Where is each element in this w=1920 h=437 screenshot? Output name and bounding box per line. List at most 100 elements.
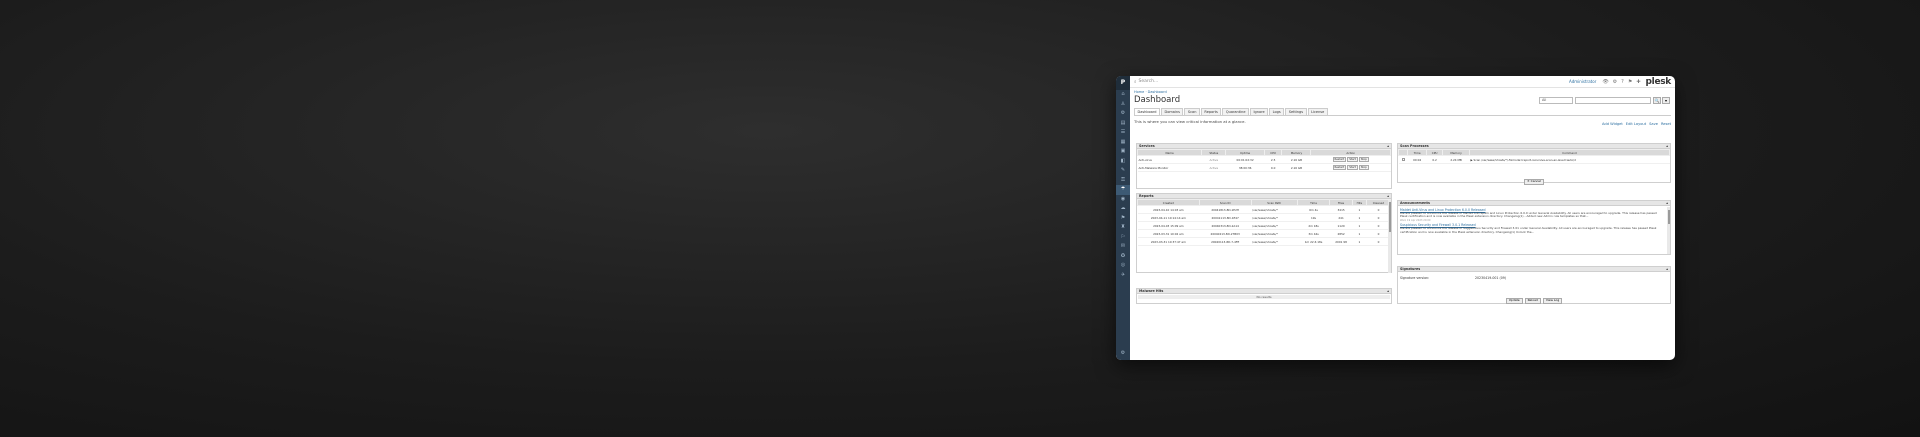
help-icon[interactable]: ? [1621,79,1624,85]
update-button[interactable]: Update [1505,297,1523,305]
view-icon[interactable]: 👁 [1602,79,1608,85]
announcements-scrollbar[interactable] [1667,207,1670,254]
breadcrumb[interactable]: Home · Dashboard [1134,90,1671,94]
reports-header[interactable]: Reports ▴ [1137,194,1391,199]
processes-header[interactable]: Scan Processes ▴ [1398,144,1670,149]
widget-actions: Add Widget Edit Layout Save Reset [1602,122,1671,126]
rail-item-icon[interactable]: ◎ [1116,261,1130,271]
process-command: ▶ Scan /var/www/vhosts/*/-fixmode=report… [1469,155,1670,165]
table-row[interactable]: 2023-03-31 10:37:47 am 20040113-8D-7-4FE /… [1137,237,1391,247]
scroll-thumb[interactable] [1667,210,1670,224]
cancel-button[interactable]: ✕ Cancel [1524,178,1544,186]
report-id[interactable]: 20041813-8D-1E2H [1199,205,1252,215]
tab-domains[interactable]: Domains [1161,108,1184,115]
signatures-header[interactable]: Signatures ▴ [1398,267,1670,272]
reports-title: Reports [1139,194,1154,198]
cancel-label: Cancel [1530,179,1541,184]
rail-item-icon[interactable]: ⚙ [1116,109,1130,119]
start-button[interactable]: Start [1347,156,1358,163]
collapse-icon[interactable]: ▴ [1666,201,1668,205]
rail-item-icon[interactable]: ✎ [1116,166,1130,176]
filter-select[interactable]: All [1539,96,1573,104]
restart-button[interactable]: Restart [1332,156,1347,163]
user-menu[interactable]: Administrator [1569,79,1596,84]
rail-item-icon[interactable]: ▤ [1116,119,1130,129]
add-widget-link[interactable]: Add Widget [1602,122,1623,126]
rail-item-icon[interactable]: ☰ [1116,128,1130,138]
tab-license[interactable]: License [1307,108,1328,115]
services-header[interactable]: Services ▴ [1137,144,1391,149]
rail-item-icon[interactable]: ⚑ [1116,214,1130,224]
malware-header[interactable]: Malware Hits ▴ [1137,289,1391,294]
rail-item-icon[interactable]: ✪ [1116,252,1130,262]
tab-settings[interactable]: Settings [1285,108,1307,115]
global-search[interactable]: ⌕ Search... [1134,79,1569,85]
table-row[interactable]: 2023-04-10 14:03 am 20041813-8D-1E2H/var/… [1137,205,1391,215]
reset-link[interactable]: Reset [1661,122,1671,126]
rail-item-icon[interactable]: ♙ [1116,100,1130,110]
collapse-icon[interactable]: ▴ [1666,144,1668,148]
stop-button[interactable]: Stop [1358,164,1369,171]
table-row[interactable]: 2023-03-31 10:02 am 20040213-8D-27B03/var… [1137,229,1391,239]
collapse-icon[interactable]: ▴ [1387,194,1389,198]
report-hits: 1 [1352,229,1367,239]
service-memory: 2.16 GB [1281,155,1311,165]
tab-scan[interactable]: Scan [1184,108,1200,115]
filter-input[interactable] [1575,96,1651,104]
rail-item-icon[interactable]: ♜ [1116,223,1130,233]
rail-item-icon[interactable]: ◧ [1116,157,1130,167]
rail-item-icon[interactable]: ⚐ [1116,233,1130,243]
add-icon[interactable]: ✚ [1636,79,1640,85]
table-row[interactable]: 2023-04-11 10:14:14 am 20041113-8D-1E47/v… [1137,213,1391,223]
report-id[interactable]: 20040113-8D-7-4FE [1199,237,1252,247]
reports-scrollbar[interactable] [1388,200,1391,273]
plesk-logo[interactable]: P [1116,76,1130,90]
report-id[interactable]: 20040313-8D-2A14 [1199,221,1252,231]
reload-button[interactable]: Reload [1524,297,1541,305]
report-id[interactable]: 20041113-8D-1E47 [1199,213,1252,223]
rail-item-icon[interactable]: ✈ [1116,271,1130,281]
tab-reports[interactable]: Reports [1200,108,1222,115]
restart-button[interactable]: Restart [1332,164,1347,171]
stop-button[interactable]: Stop [1358,156,1369,163]
reports-panel: Reports ▴ Created Scan ID Scan Path Time Fil… [1136,193,1392,273]
gear-icon[interactable]: ⚙ [1613,79,1617,85]
rail-item-icon[interactable]: ▦ [1116,138,1130,148]
announcements-header[interactable]: Announcements ▴ [1398,201,1670,206]
report-cleaned: 0 [1366,221,1391,231]
flag-icon[interactable]: ⚑ [1628,79,1632,85]
tab-dashboard[interactable]: Dashboard [1134,108,1160,115]
collapse-icon[interactable]: ▴ [1387,289,1389,293]
rail-item-icon[interactable]: ▣ [1116,147,1130,157]
checkbox[interactable] [1401,157,1405,161]
table-row[interactable]: 00:04 0.2 2.24 MB ▶ Scan /var/www/vhosts/*/… [1398,155,1670,165]
rail-item-icon[interactable]: ⌂ [1116,90,1130,100]
save-link[interactable]: Save [1649,122,1658,126]
collapse-icon[interactable]: ▴ [1666,267,1668,271]
edit-layout-link[interactable]: Edit Layout [1626,122,1646,126]
rail-item-icon[interactable]: ☁ [1116,204,1130,214]
scroll-thumb[interactable] [1388,202,1391,232]
rail-item-icon[interactable]: ✉ [1116,242,1130,252]
tab-ignore[interactable]: Ignore [1250,108,1269,115]
services-title: Services [1139,144,1155,148]
collapse-icon[interactable]: ▴ [1387,144,1389,148]
tab-quarantine[interactable]: Quarantine [1222,108,1249,115]
report-files: 241 [1329,213,1353,223]
rail-settings-icon[interactable]: ⚙ [1116,349,1130,359]
rail-item-icon[interactable]: ⚿ [1116,176,1130,186]
report-id[interactable]: 20040213-8D-27B03 [1199,229,1252,239]
service-uptime: 38:00:36 [1225,163,1265,173]
search-button[interactable]: 🔍 [1653,96,1661,104]
rail-item-icon[interactable]: ☂ [1116,185,1130,195]
announcement-list: Maldet Anti-Virus and Linux Protection 6… [1398,208,1670,235]
service-status: Active [1201,163,1226,173]
view-log-button[interactable]: View Log [1542,297,1563,305]
tab-logs[interactable]: Logs [1269,108,1285,115]
row-checkbox[interactable] [1398,155,1408,165]
table-row[interactable]: 2023-04-03 15:09 am 20040313-8D-2A14/var/… [1137,221,1391,231]
filter-button[interactable]: ▾ [1662,96,1670,104]
no-results: No results [1138,295,1390,299]
start-button[interactable]: Start [1347,164,1358,171]
rail-item-icon[interactable]: ◉ [1116,195,1130,205]
